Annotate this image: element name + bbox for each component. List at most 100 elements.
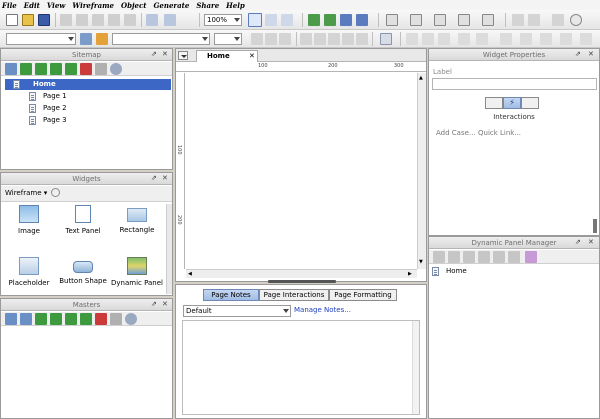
scroll-left-icon[interactable]: ◀ <box>188 271 192 277</box>
widget-placeholder[interactable]: Placeholder <box>2 257 56 287</box>
delete-master-icon[interactable] <box>95 313 107 325</box>
tab-menu-button[interactable] <box>178 51 188 60</box>
quick-link[interactable]: Quick Link... <box>478 129 521 137</box>
tab-page-interactions[interactable]: Page Interactions <box>259 289 329 301</box>
bullet-list-icon[interactable] <box>356 33 368 45</box>
align-middle-icon[interactable] <box>422 33 434 45</box>
delete-state-icon[interactable] <box>493 251 505 263</box>
indent-icon[interactable] <box>65 313 77 325</box>
splitter-handle[interactable] <box>268 280 336 283</box>
widget-text-panel[interactable]: Text Panel <box>56 205 110 235</box>
italic-icon[interactable] <box>265 33 277 45</box>
menu-wireframe[interactable]: Wireframe <box>72 1 114 10</box>
sitemap-item-page-3[interactable]: Page 3 <box>29 115 149 126</box>
pin-icon[interactable]: ⇗ <box>151 50 157 58</box>
line-color-icon[interactable] <box>410 14 422 26</box>
menu-view[interactable]: View <box>47 1 65 10</box>
copy-icon[interactable] <box>76 14 88 26</box>
outdent-icon[interactable] <box>65 63 77 75</box>
sitemap-item-home[interactable]: Home <box>5 79 171 90</box>
rotate-icon[interactable] <box>540 33 552 45</box>
search-icon[interactable] <box>51 188 60 197</box>
bold-icon[interactable] <box>251 33 263 45</box>
add-folder-icon[interactable] <box>20 313 32 325</box>
redo-icon[interactable] <box>124 14 136 26</box>
scroll-down-icon[interactable]: ▼ <box>419 259 423 265</box>
move-up-icon[interactable] <box>35 313 47 325</box>
font-family-select[interactable] <box>6 33 76 45</box>
select-pointer-icon[interactable] <box>248 13 262 27</box>
move-down-icon[interactable] <box>50 313 62 325</box>
duplicate-state-icon[interactable] <box>478 251 490 263</box>
close-icon[interactable]: ✕ <box>588 50 594 58</box>
justify-icon[interactable] <box>342 33 354 45</box>
notes-textarea[interactable] <box>182 320 420 415</box>
hide-icon[interactable] <box>580 33 592 45</box>
save-icon[interactable] <box>38 14 50 26</box>
tab-page-notes[interactable]: Page Notes <box>203 289 259 301</box>
underline-icon[interactable] <box>279 33 291 45</box>
formatting-tab-icon[interactable] <box>521 97 539 109</box>
add-master-icon[interactable] <box>5 313 17 325</box>
master-properties-icon[interactable] <box>110 313 122 325</box>
notes-scrollbar[interactable] <box>412 321 419 414</box>
arrange-icon[interactable] <box>476 33 488 45</box>
line-width-icon[interactable] <box>434 14 446 26</box>
tab-page-formatting[interactable]: Page Formatting <box>329 289 397 301</box>
scroll-up-icon[interactable]: ▲ <box>419 75 423 81</box>
move-up-icon[interactable] <box>448 251 460 263</box>
cut-icon[interactable] <box>60 14 72 26</box>
design-canvas[interactable] <box>186 73 417 269</box>
menu-share[interactable]: Share <box>196 1 219 10</box>
font-size-select[interactable] <box>214 33 242 45</box>
close-icon[interactable]: ✕ <box>162 174 168 182</box>
font-name-select[interactable] <box>112 33 210 45</box>
scroll-right-icon[interactable]: ▶ <box>408 271 412 277</box>
group-icon[interactable] <box>308 14 320 26</box>
sitemap-item-page-2[interactable]: Page 2 <box>29 103 149 114</box>
move-down-icon[interactable] <box>463 251 475 263</box>
align-center-icon[interactable] <box>314 33 326 45</box>
arrow-style-icon[interactable] <box>482 14 494 26</box>
pin-icon[interactable]: ⇗ <box>151 174 157 182</box>
search-icon[interactable] <box>110 63 122 75</box>
align-top-icon[interactable] <box>406 33 418 45</box>
widget-library-select[interactable]: Wireframe ▾ <box>5 189 47 197</box>
connector-icon[interactable] <box>265 14 277 26</box>
add-page-icon[interactable] <box>5 63 17 75</box>
widget-image[interactable]: Image <box>2 205 56 235</box>
close-icon[interactable]: ✕ <box>249 51 255 62</box>
fill-color-icon[interactable] <box>386 14 398 26</box>
search-icon[interactable] <box>125 313 137 325</box>
text-color-icon[interactable] <box>380 33 392 45</box>
move-down-icon[interactable] <box>35 63 47 75</box>
interactions-tab-icon[interactable]: ⚡ <box>503 97 521 109</box>
widget-rectangle[interactable]: Rectangle <box>110 205 164 234</box>
style-icon[interactable] <box>80 33 92 45</box>
close-circle-icon[interactable] <box>570 14 582 26</box>
add-case-link[interactable]: Add Case... <box>436 129 476 137</box>
new-file-icon[interactable] <box>6 14 18 26</box>
menu-object[interactable]: Object <box>121 1 146 10</box>
widgets-scrollbar[interactable] <box>166 204 172 294</box>
pin-icon[interactable]: ⇗ <box>575 50 581 58</box>
label-input[interactable] <box>432 78 597 90</box>
menu-file[interactable]: File <box>2 1 17 10</box>
format-painter-icon[interactable] <box>96 33 108 45</box>
notes-tab-icon[interactable] <box>485 97 503 109</box>
page-properties-icon[interactable] <box>95 63 107 75</box>
position-icon[interactable] <box>520 33 532 45</box>
widget-dynamic-panel[interactable]: Dynamic Panel <box>110 257 164 287</box>
send-backward-icon[interactable] <box>164 14 176 26</box>
bring-forward-icon[interactable] <box>146 14 158 26</box>
zoom-select[interactable]: 100% <box>204 14 242 26</box>
manage-notes-link[interactable]: Manage Notes... <box>294 306 351 314</box>
align-bottom-icon[interactable] <box>438 33 450 45</box>
pin-icon[interactable]: ⇗ <box>575 238 581 246</box>
close-icon[interactable]: ✕ <box>588 238 594 246</box>
notes-select[interactable]: Default <box>183 305 291 317</box>
indent-icon[interactable] <box>50 63 62 75</box>
delete-page-icon[interactable] <box>80 63 92 75</box>
widget-button-shape[interactable]: Button Shape <box>56 257 110 285</box>
lock-icon[interactable] <box>340 14 352 26</box>
